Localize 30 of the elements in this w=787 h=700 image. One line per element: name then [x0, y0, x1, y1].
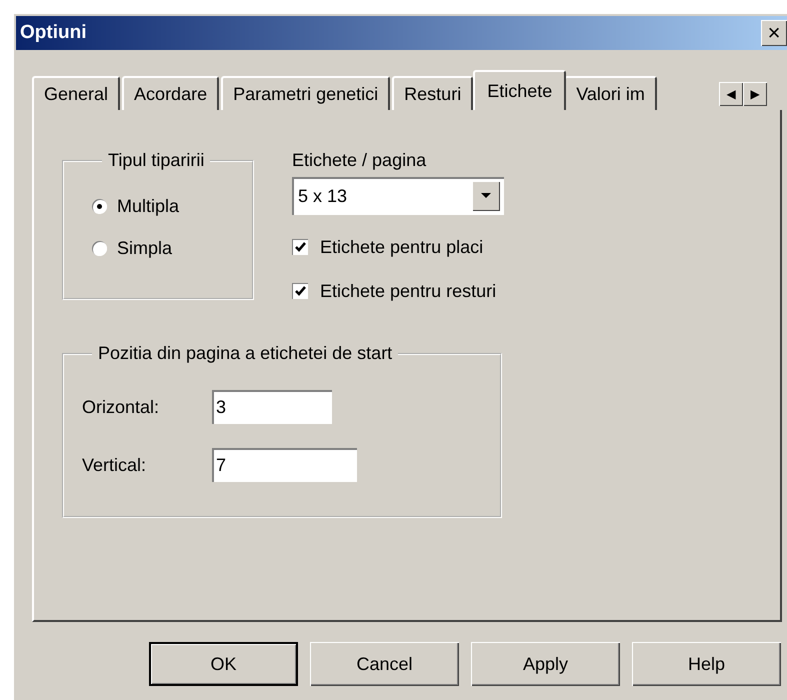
tab[interactable]: Acordare [122, 76, 220, 110]
dialog-button[interactable]: Apply [471, 642, 620, 686]
group-title: Tipul tiparirii [107, 150, 206, 171]
checkbox[interactable] [292, 283, 308, 299]
radio-button[interactable] [92, 240, 107, 256]
field-label: Etichete / pagina [292, 150, 428, 171]
input-field[interactable]: 3 [212, 390, 332, 424]
input-field[interactable]: 7 [212, 448, 357, 482]
window-title: Optiuni [20, 22, 86, 44]
tab[interactable]: Etichete [473, 70, 566, 110]
scroll-right-button[interactable]: ▶ [743, 82, 767, 106]
tab[interactable]: General [32, 76, 120, 110]
scroll-left-button[interactable]: ◀ [719, 82, 743, 106]
tab[interactable]: Valori im [564, 76, 657, 110]
checkbox-label: Etichete pentru placi [320, 236, 484, 258]
checkbox[interactable] [292, 239, 308, 255]
tab[interactable]: Parametri genetici [221, 76, 390, 110]
field-label: Orizontal: [82, 396, 160, 418]
dropdown[interactable]: 5 x 13 [292, 177, 504, 215]
dialog-button[interactable]: Cancel [310, 642, 459, 686]
radio-label: Simpla [117, 238, 172, 258]
radio-button[interactable] [92, 198, 107, 214]
field-label: Vertical: [82, 454, 148, 476]
checkbox-label: Etichete pentru resturi [320, 280, 496, 302]
radio-label: Multipla [117, 196, 180, 216]
group-title: Pozitia din pagina a etichetei de start [97, 343, 394, 364]
close-button[interactable]: × [761, 20, 787, 46]
dialog-button[interactable]: OK [149, 642, 298, 686]
dialog-button[interactable]: Help [632, 642, 781, 686]
tab[interactable]: Resturi [392, 76, 474, 110]
